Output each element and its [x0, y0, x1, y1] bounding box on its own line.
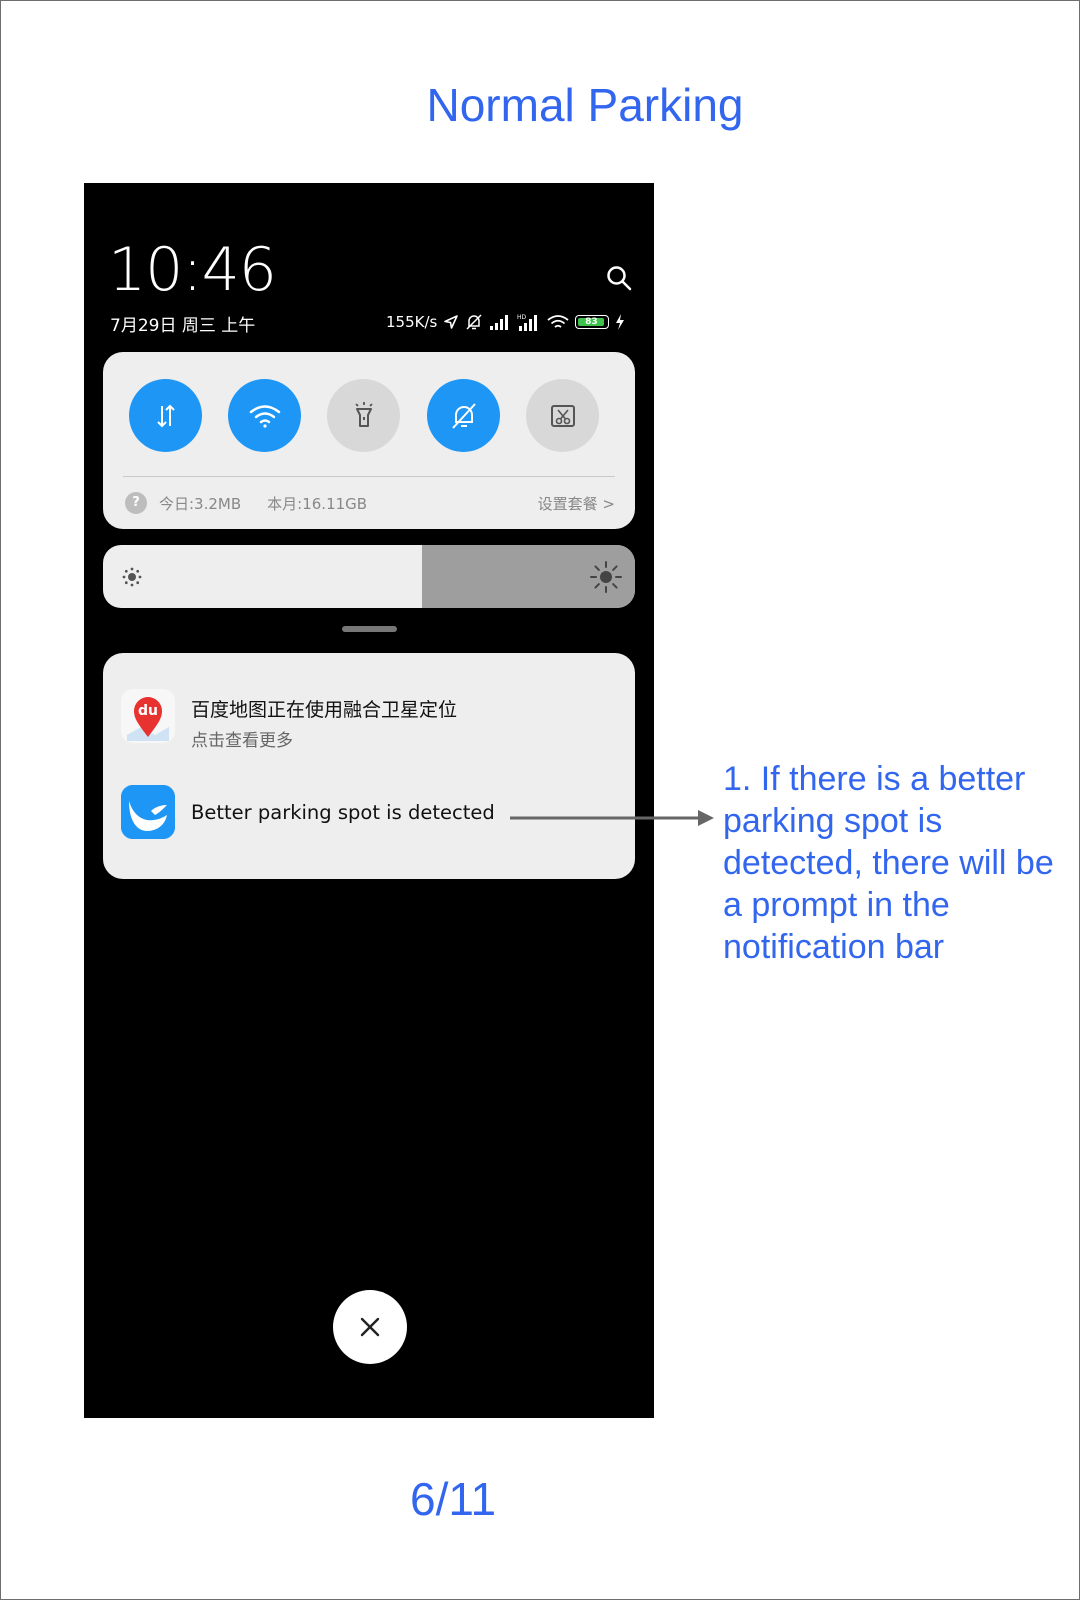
clock: 10:46 [108, 235, 277, 305]
wifi-toggle[interactable] [228, 379, 301, 452]
annotation-arrow [510, 810, 714, 826]
signal-hd-icon: HD [517, 314, 538, 331]
notification-title: 百度地图正在使用融合卫星定位 [191, 699, 458, 721]
drag-handle[interactable] [342, 626, 397, 632]
battery-level: 83 [578, 318, 605, 327]
parking-app-icon [121, 785, 175, 839]
bell-off-icon [451, 402, 476, 429]
page-number: 6/11 [410, 1473, 497, 1525]
quick-settings-panel: ? 今日:3.2MB 本月:16.11GB 设置套餐 > [103, 352, 635, 529]
flashlight-icon [354, 401, 373, 427]
location-icon [444, 315, 459, 329]
data-usage-row[interactable]: ? 今日:3.2MB 本月:16.11GB 设置套餐 > [125, 492, 615, 514]
baidu-logo-text: du [138, 703, 158, 719]
net-speed: 155K/s [386, 313, 438, 331]
qs-divider [123, 476, 615, 477]
mobile-data-toggle[interactable] [129, 379, 202, 452]
flashlight-toggle[interactable] [327, 379, 400, 452]
data-month: 本月:16.11GB [267, 494, 368, 513]
data-arrows-icon [156, 404, 175, 427]
date-label: 7月29日 周三 上午 [110, 316, 256, 336]
brightness-slider[interactable] [103, 545, 635, 608]
brightness-high-icon [590, 561, 622, 593]
notification-title: Better parking spot is detected [191, 801, 495, 824]
battery-icon: 83 [575, 315, 610, 329]
help-icon: ? [125, 492, 147, 514]
wifi-status-icon [547, 315, 569, 328]
notification-baidu-maps[interactable]: du 百度地图正在使用融合卫星定位 点击查看更多 [121, 689, 617, 751]
silent-toggle[interactable] [427, 379, 500, 452]
baidu-maps-app-icon: du [121, 689, 175, 743]
phone-screen: 10:46 7月29日 周三 上午 155K/s HD 83 ? 今日:3.2M… [84, 183, 654, 1418]
data-today: 今日:3.2MB [159, 494, 242, 513]
bell-off-status-icon [466, 314, 482, 330]
data-plan-settings-link[interactable]: 设置套餐 > [538, 493, 615, 514]
wifi-icon [249, 404, 280, 428]
search-icon[interactable] [604, 263, 634, 293]
signal-icon [490, 315, 509, 330]
status-icons: 155K/s HD 83 [386, 311, 625, 333]
notification-subtitle: 点击查看更多 [191, 731, 293, 751]
notification-panel: du 百度地图正在使用融合卫星定位 点击查看更多 Better parking … [103, 653, 635, 879]
screenshot-icon [550, 404, 575, 427]
close-icon [360, 1317, 380, 1337]
slide-title: Normal Parking [426, 79, 744, 131]
svg-text:HD: HD [517, 314, 527, 321]
close-button[interactable] [333, 1290, 407, 1364]
brightness-low-icon [122, 567, 142, 587]
annotation-text: 1. If there is a better parking spot is … [723, 758, 1068, 968]
screenshot-toggle[interactable] [526, 379, 599, 452]
charging-icon [616, 314, 625, 330]
